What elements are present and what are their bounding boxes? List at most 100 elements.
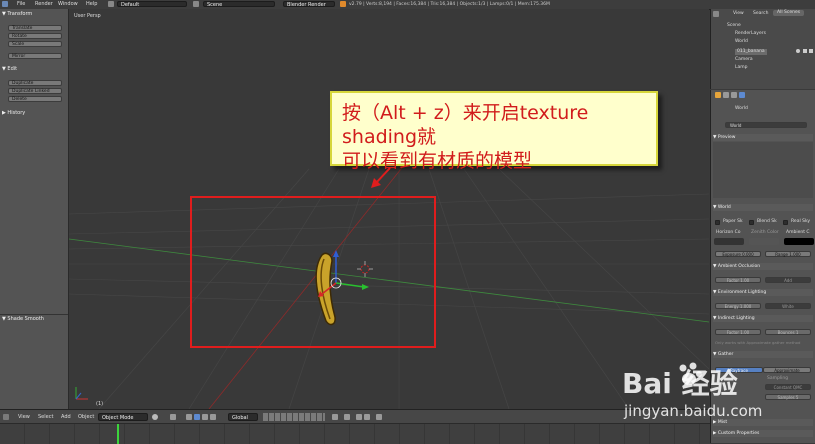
outliner-item-lamp[interactable]: Lamp (735, 65, 748, 71)
blend-sky-label: Blend Sk (757, 219, 777, 224)
indirect-hint-text: Only works with Approximate gather metho… (715, 340, 801, 345)
callout-arrow-icon (371, 167, 391, 188)
timeline[interactable] (0, 423, 710, 444)
menu-select[interactable]: Select (38, 414, 53, 421)
paper-sky-checkbox[interactable] (715, 220, 720, 225)
ambient-color-swatch[interactable] (784, 238, 814, 245)
frame-label: (1) (96, 401, 104, 407)
lock-layers-icon[interactable] (332, 414, 338, 420)
shelf-divider (0, 314, 68, 315)
annotation-line-1: 按（Alt + z）来开启texture shading就 (342, 102, 589, 148)
select-arrow-icon[interactable] (803, 49, 807, 53)
snap-icon[interactable] (356, 414, 362, 420)
render-preview-icon[interactable] (376, 414, 382, 420)
object-mode-select[interactable]: Object Mode (98, 413, 148, 421)
rotate-manipulator-icon[interactable] (202, 414, 208, 420)
editor-type-icon[interactable] (2, 1, 8, 7)
blender-logo-icon (340, 1, 346, 7)
menu-help[interactable]: Help (86, 1, 97, 8)
scene-tab-icon[interactable] (731, 92, 737, 98)
layer-buttons[interactable] (263, 413, 325, 421)
outliner-item-renderlayers[interactable]: RenderLayers (735, 31, 766, 37)
scene-icon[interactable] (193, 1, 199, 7)
viewport-shading-icon[interactable] (152, 414, 158, 420)
scale-button[interactable]: Scale (8, 41, 62, 47)
menu-object[interactable]: Object (78, 414, 94, 421)
outliner-tab-all-scenes[interactable]: All Scenes (773, 10, 805, 16)
watermark-brand: Bai 经验 (622, 367, 738, 400)
layout-select[interactable]: Default (117, 1, 187, 8)
menu-file[interactable]: File (17, 1, 25, 8)
energy-field[interactable]: Energy 1.000 (715, 303, 761, 309)
horizon-color-label: Horizon Co (716, 230, 741, 235)
ambient-occlusion-header[interactable]: ▼ Ambient Occlusion (713, 263, 813, 270)
layers-tab-icon[interactable] (723, 92, 729, 98)
ao-factor-field[interactable]: Factor 1.00 (715, 277, 761, 283)
outliner: View Search All Scenes Scene RenderLayer… (710, 9, 815, 89)
render-engine-select[interactable]: Blender Render (283, 1, 335, 8)
gather-panel-header[interactable]: ▼ Gather (713, 351, 813, 358)
tool-shelf: ▼ Transform Translate Rotate Scale Mirro… (0, 9, 69, 409)
ao-blend-select[interactable]: Add (765, 277, 811, 283)
shade-smooth-header[interactable]: ▼ Shade Smooth (2, 316, 66, 323)
orientation-select[interactable]: Global (228, 413, 258, 421)
menu-view[interactable]: View (18, 414, 30, 421)
watermark-url: jingyan.baidu.com (624, 402, 763, 420)
translate-manipulator-icon[interactable] (194, 414, 200, 420)
paper-sky-label: Paper Sk (723, 219, 743, 224)
range-field[interactable]: Range 1.000 (765, 251, 811, 257)
preview-area (713, 142, 813, 198)
scale-manipulator-icon[interactable] (210, 414, 216, 420)
world-panel-header[interactable]: ▼ World (713, 204, 813, 211)
visibility-eye-icon[interactable] (796, 49, 800, 53)
blend-sky-checkbox[interactable] (749, 220, 754, 225)
outliner-editor-icon[interactable] (713, 11, 719, 17)
scene-stats: v2.79 | Verts:8,194 | Faces:16,384 | Tri… (349, 2, 550, 7)
annotation-callout: 按（Alt + z）来开启texture shading就 可以看到有材质的模型 (330, 91, 658, 172)
current-frame-marker[interactable] (117, 424, 119, 444)
zenith-color-swatch[interactable] (749, 238, 779, 245)
history-panel-header[interactable]: ▶ History (2, 110, 66, 117)
translate-button[interactable]: Translate (8, 25, 62, 31)
menu-window[interactable]: Window (58, 1, 78, 8)
proportional-edit-icon[interactable] (344, 414, 350, 420)
outliner-item-scene[interactable]: Scene (727, 23, 741, 29)
pivot-point-icon[interactable] (170, 414, 176, 420)
outliner-tab-view[interactable]: View (733, 11, 744, 17)
scene-select[interactable]: Scene (203, 1, 275, 8)
view3d-editor-icon[interactable] (3, 414, 9, 420)
snap-target-icon[interactable] (364, 414, 370, 420)
environment-lighting-header[interactable]: ▼ Environment Lighting (713, 289, 813, 296)
annotation-text: 按（Alt + z）来开启texture shading就 可以看到有材质的模型 (342, 101, 654, 173)
outliner-tab-search[interactable]: Search (753, 11, 768, 17)
viewport-header: View Select Add Object Object Mode Globa… (0, 409, 710, 424)
world-datablock-field[interactable]: World (725, 122, 807, 128)
manipulator-icon[interactable] (186, 414, 192, 420)
real-sky-label: Real Sky (791, 219, 811, 224)
env-color-select[interactable]: White (765, 303, 811, 309)
outliner-item-camera[interactable]: Camera (735, 57, 753, 63)
indirect-factor-field[interactable]: Factor 1.00 (715, 329, 761, 335)
horizon-color-swatch[interactable] (714, 238, 744, 245)
menu-render[interactable]: Render (35, 1, 53, 8)
duplicate-linked-button[interactable]: Duplicate Linked (8, 88, 62, 94)
outliner-item-banana[interactable]: 011_banana (735, 49, 767, 55)
render-tab-icon[interactable] (715, 92, 721, 98)
indirect-lighting-header[interactable]: ▼ Indirect Lighting (713, 315, 813, 322)
real-sky-checkbox[interactable] (783, 220, 788, 225)
layout-icon[interactable] (108, 1, 114, 7)
duplicate-button[interactable]: Duplicate (8, 80, 62, 86)
edit-panel-header[interactable]: ▼ Edit (2, 66, 66, 73)
preview-panel-header[interactable]: ▼ Preview (713, 134, 813, 141)
bounces-field[interactable]: Bounces 1 (765, 329, 811, 335)
exposure-field[interactable]: Exposure 0.000 (715, 251, 761, 257)
world-tab-icon[interactable] (739, 92, 745, 98)
render-camera-icon[interactable] (809, 49, 813, 53)
menu-add[interactable]: Add (61, 414, 71, 421)
mirror-button[interactable]: Mirror (8, 53, 62, 59)
rotate-button[interactable]: Rotate (8, 33, 62, 39)
outliner-item-world[interactable]: World (735, 39, 748, 45)
world-breadcrumb: World (735, 106, 748, 111)
transform-panel-header[interactable]: ▼ Transform (2, 11, 66, 18)
delete-button[interactable]: Delete (8, 96, 62, 102)
